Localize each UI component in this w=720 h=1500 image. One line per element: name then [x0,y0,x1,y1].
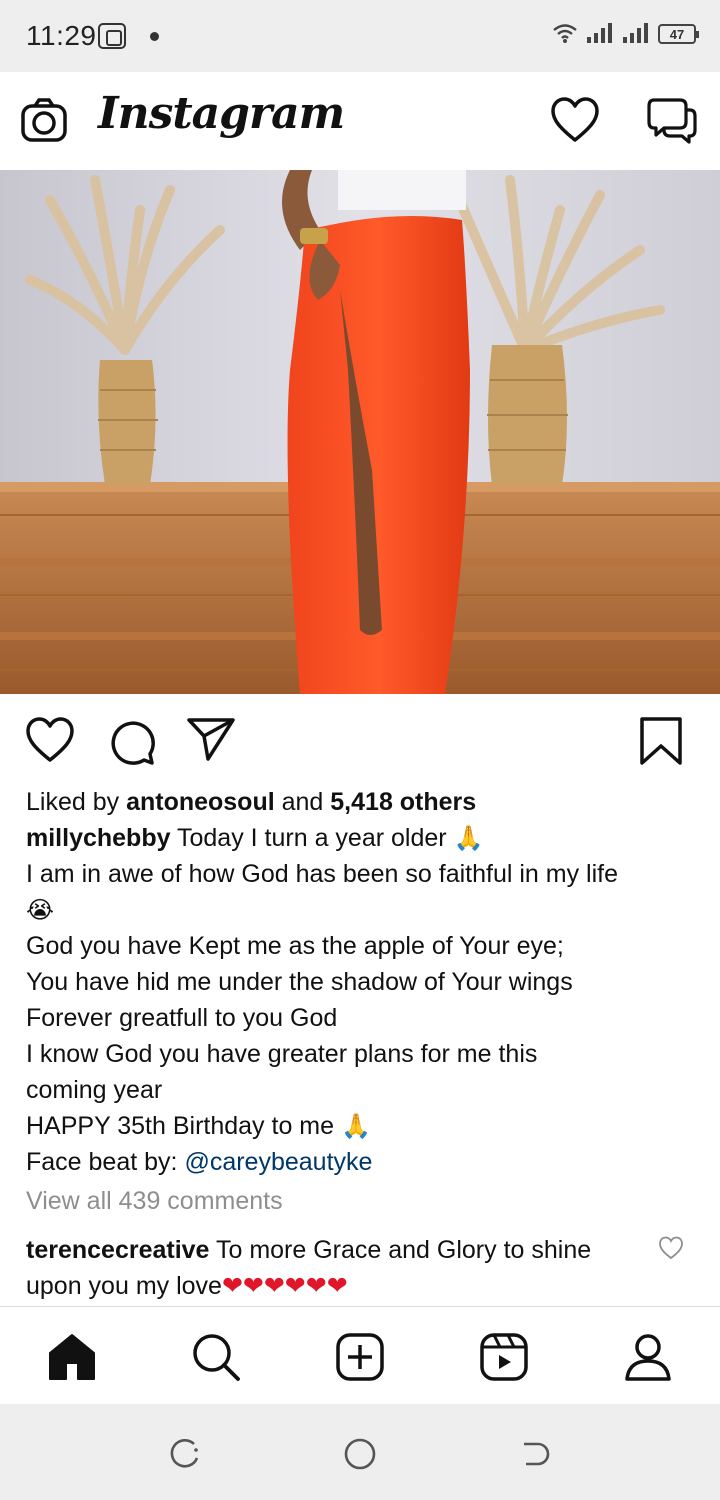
likes-prefix: Liked by [26,788,127,816]
post-caption: Liked by antoneosoul and 5,418 others mi… [26,784,706,1180]
caption-line-3: God you have Kept me as the apple of You… [26,932,564,960]
caption-line-4: You have hid me under the shadow of Your… [26,968,573,996]
likes-middle: and [274,788,331,816]
red-hearts-emoji: ❤❤❤❤❤❤ [221,1271,348,1300]
caption-line-7: coming year [26,1076,163,1104]
caption-text-1: Today I turn a year older [170,824,454,852]
battery-icon: 47 [658,24,699,44]
caption-line-1: millychebby Today I turn a year older 🙏 [26,820,706,856]
save-icon[interactable] [638,716,684,766]
comment-like-icon[interactable] [658,1236,684,1260]
like-icon[interactable] [24,716,76,764]
caption-text-8: HAPPY 35th Birthday to me [26,1112,341,1140]
signal-icon-2 [623,23,648,43]
home-button-icon[interactable] [342,1436,378,1472]
wifi-icon [553,24,577,43]
search-icon[interactable] [190,1331,242,1383]
heart-icon[interactable] [550,96,600,144]
bottom-navigation [0,1306,720,1405]
recent-apps-icon[interactable] [166,1436,202,1472]
pray-emoji: 🙏 [453,824,484,852]
back-icon[interactable] [518,1436,554,1472]
caption-line-5: Forever greatfull to you God [26,1004,338,1032]
app-header: Instagram [0,72,720,171]
caption-line-9: Face beat by: @careybeautyke [26,1144,706,1180]
share-icon[interactable] [186,716,236,762]
home-icon[interactable] [46,1331,98,1383]
post-actions [0,694,720,784]
status-indicators: 47 [552,22,699,44]
app-logo[interactable]: Instagram [98,88,345,139]
system-navigation-bar [0,1404,720,1500]
profile-icon[interactable] [622,1331,674,1383]
mention-link[interactable]: @careybeautyke [184,1148,372,1176]
caption-line-6: I know God you have greater plans for me… [26,1040,538,1068]
pray-emoji-2: 🙏 [340,1112,371,1140]
comment-username[interactable]: terencecreative [26,1236,209,1264]
liker-username[interactable]: antoneosoul [126,788,275,816]
post-photo[interactable] [0,170,720,694]
top-comment: terencecreative To more Grace and Glory … [26,1232,626,1304]
status-time: 11:29 [26,20,97,51]
likes-count[interactable]: 5,418 others [330,788,476,816]
reels-icon[interactable] [478,1331,530,1383]
crying-emoji: 😭 [26,896,55,924]
caption-line-emoji: 😭 [26,892,706,928]
caption-username[interactable]: millychebby [26,824,171,852]
direct-message-icon[interactable] [646,96,698,144]
comment-icon[interactable] [106,716,156,766]
gallery-notification-icon [98,23,126,49]
new-post-icon[interactable] [334,1331,386,1383]
view-all-comments-link[interactable]: View all 439 comments [26,1187,283,1216]
notification-dot-icon [150,32,159,41]
face-beat-label: Face beat by: [26,1148,185,1176]
camera-icon[interactable] [20,97,68,145]
likes-line: Liked by antoneosoul and 5,418 others [26,784,706,820]
caption-line-8: HAPPY 35th Birthday to me 🙏 [26,1108,706,1144]
caption-line-2: I am in awe of how God has been so faith… [26,860,618,888]
signal-icon [587,23,612,43]
status-bar: 11:29 47 [0,0,720,72]
